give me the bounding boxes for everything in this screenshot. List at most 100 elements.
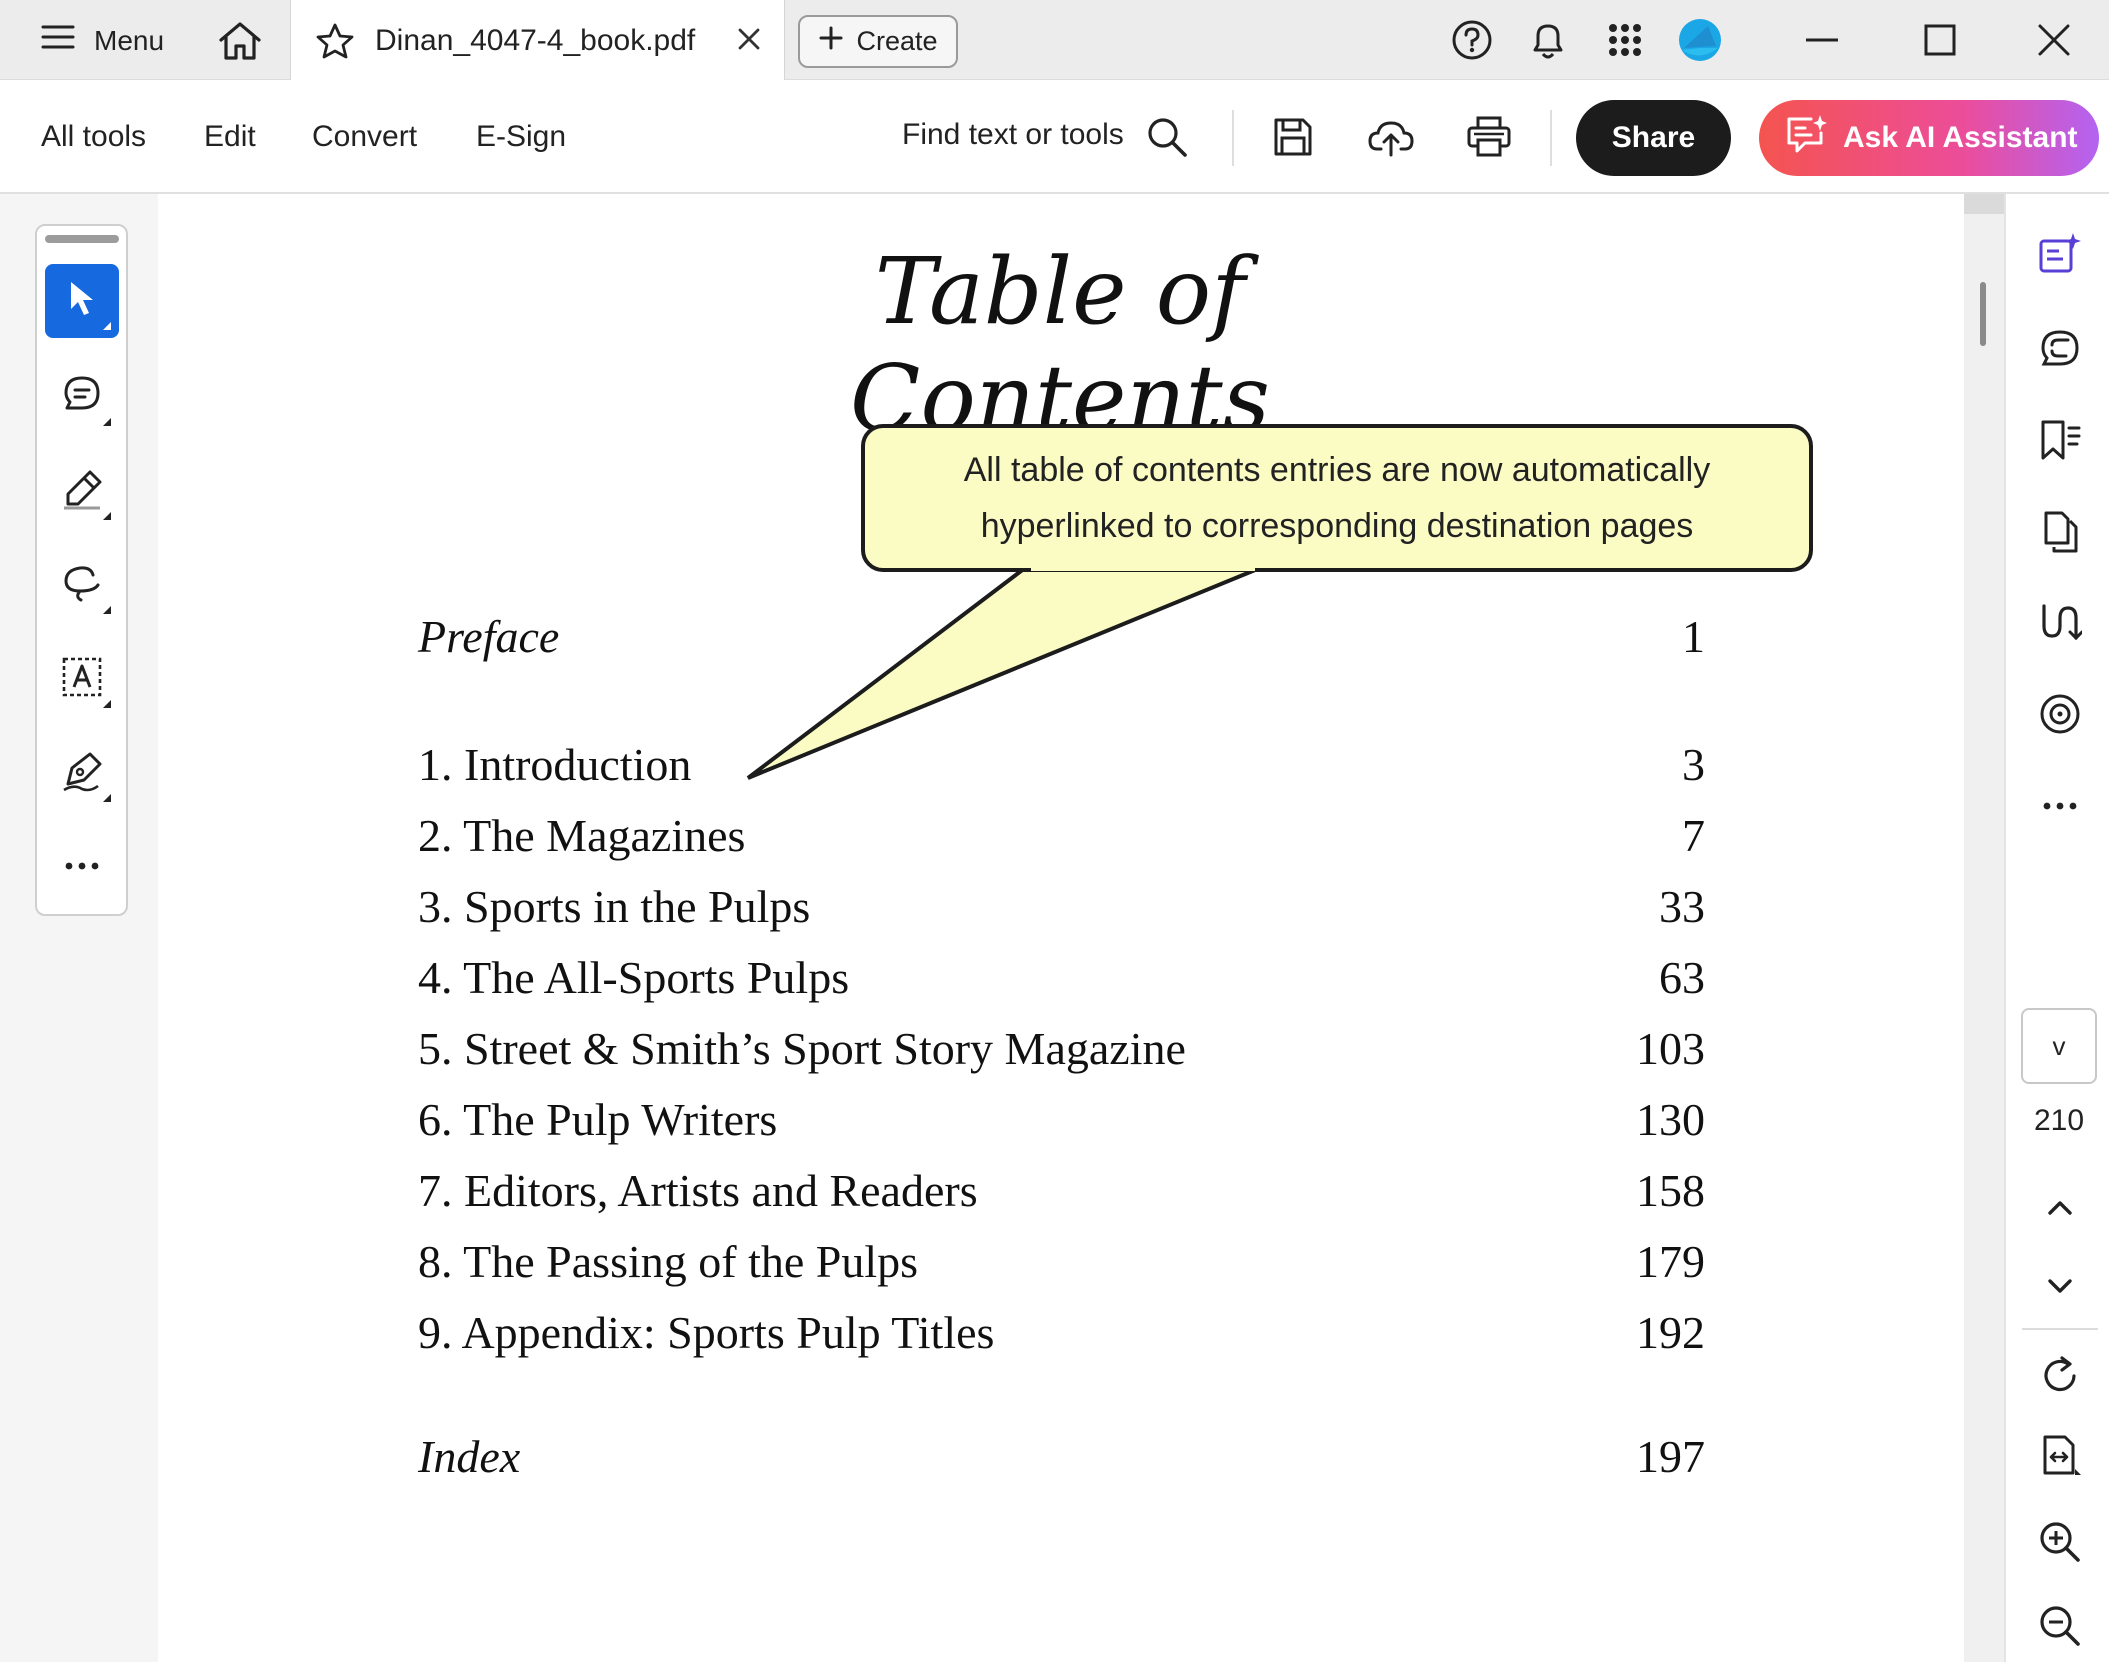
add-text-tool[interactable] xyxy=(45,642,119,716)
callout-joint xyxy=(1031,566,1255,571)
convert-menu[interactable]: Convert xyxy=(312,120,417,154)
toc-page-number[interactable]: 63 xyxy=(1505,951,1705,1004)
zoom-out-icon[interactable] xyxy=(2034,1600,2086,1652)
callout-line-1: All table of contents entries are now au… xyxy=(963,451,1711,489)
toc-page-number[interactable]: 33 xyxy=(1505,880,1705,933)
select-tool[interactable] xyxy=(45,264,119,338)
fountain-pen-icon xyxy=(60,750,104,797)
toc-entry-link[interactable]: 5. Street & Smith’s Sport Story Magazine xyxy=(418,1022,1186,1075)
cursor-arrow-icon xyxy=(65,279,99,324)
text-box-icon xyxy=(61,656,103,703)
avatar[interactable] xyxy=(1678,18,1722,62)
compare-files-icon[interactable] xyxy=(2034,596,2086,648)
rotate-refresh-icon[interactable] xyxy=(2034,1350,2086,1402)
submenu-corner-icon xyxy=(103,418,111,426)
ask-ai-assistant-button[interactable]: Ask AI Assistant xyxy=(1759,100,2099,176)
more-options-icon[interactable] xyxy=(2034,780,2086,832)
sign-tool[interactable] xyxy=(45,736,119,810)
print-icon[interactable] xyxy=(1464,112,1514,162)
total-pages: 210 xyxy=(2033,1104,2085,1137)
toc-entry-link[interactable]: 1. Introduction xyxy=(418,738,691,791)
toc-entry-link[interactable]: 4. The All-Sports Pulps xyxy=(418,951,849,1004)
toc-entry-link[interactable]: 8. The Passing of the Pulps xyxy=(418,1235,918,1288)
more-tools-button[interactable] xyxy=(45,830,119,904)
toolbar-divider xyxy=(1232,110,1234,166)
ai-generative-summary-icon[interactable] xyxy=(2034,228,2086,280)
plus-icon xyxy=(818,25,844,58)
rail-divider xyxy=(2022,1328,2098,1330)
toc-page-number[interactable]: 103 xyxy=(1505,1022,1705,1075)
maximize-icon[interactable] xyxy=(1918,18,1962,62)
menu-button[interactable]: Menu xyxy=(40,22,164,59)
toc-entry-link[interactable]: 9. Appendix: Sports Pulp Titles xyxy=(418,1306,994,1359)
hamburger-icon xyxy=(40,22,76,59)
save-icon[interactable] xyxy=(1268,112,1318,162)
bell-icon[interactable] xyxy=(1526,18,1570,62)
toc-page-number[interactable]: 7 xyxy=(1505,809,1705,862)
share-button[interactable]: Share xyxy=(1576,100,1731,176)
toolbar-divider xyxy=(1550,110,1552,166)
zoom-in-icon[interactable] xyxy=(2034,1516,2086,1568)
more-dots-icon xyxy=(64,858,100,876)
bookmarks-icon[interactable] xyxy=(2034,414,2086,466)
create-button[interactable]: Create xyxy=(798,15,958,68)
toc-entry-link[interactable]: Preface xyxy=(418,610,559,663)
draw-freeform-tool[interactable] xyxy=(45,548,119,622)
callout-annotation: All table of contents entries are now au… xyxy=(861,424,1813,572)
ask-ai-label: Ask AI Assistant xyxy=(1843,121,2078,154)
scrollbar-thumb[interactable] xyxy=(1980,282,1986,346)
cloud-upload-icon[interactable] xyxy=(1366,112,1416,162)
next-page-chevron-down-icon[interactable] xyxy=(2034,1260,2086,1312)
toc-entry-link[interactable]: 3. Sports in the Pulps xyxy=(418,880,810,933)
find-text-tools-label[interactable]: Find text or tools xyxy=(902,118,1124,152)
toc-page-number[interactable]: 192 xyxy=(1505,1306,1705,1359)
apps-grid-icon[interactable] xyxy=(1603,18,1647,62)
lasso-icon xyxy=(61,563,103,608)
previous-page-chevron-up-icon[interactable] xyxy=(2034,1182,2086,1234)
submenu-corner-icon xyxy=(103,322,111,330)
comment-tool[interactable] xyxy=(45,360,119,434)
help-icon[interactable] xyxy=(1450,18,1494,62)
toc-entry-link[interactable]: 6. The Pulp Writers xyxy=(418,1093,777,1146)
callout-line-2: hyperlinked to corresponding destination… xyxy=(980,507,1694,545)
toc-page-number[interactable]: 1 xyxy=(1505,610,1705,663)
target-icon[interactable] xyxy=(2034,688,2086,740)
vertical-scrollbar[interactable] xyxy=(1964,194,2004,1662)
home-icon[interactable] xyxy=(217,20,263,62)
toc-page-number[interactable]: 197 xyxy=(1505,1430,1705,1483)
fit-page-width-icon[interactable] xyxy=(2034,1430,2086,1482)
all-tools-menu[interactable]: All tools xyxy=(41,120,146,154)
title-bar: Menu Dinan_4047-4_book.pdf Create xyxy=(0,0,2109,80)
menu-label: Menu xyxy=(94,24,165,56)
panel-drag-handle[interactable] xyxy=(45,235,119,243)
edit-menu[interactable]: Edit xyxy=(204,120,256,154)
toc-page-number[interactable]: 3 xyxy=(1505,738,1705,791)
toc-page-number[interactable]: 179 xyxy=(1505,1235,1705,1288)
submenu-corner-icon xyxy=(103,512,111,520)
search-icon[interactable] xyxy=(1142,112,1192,162)
comments-icon[interactable] xyxy=(2034,324,2086,376)
document-tab[interactable]: Dinan_4047-4_book.pdf xyxy=(290,0,785,80)
minimize-icon[interactable] xyxy=(1800,18,1844,62)
page-title: Table of Contents xyxy=(850,238,1270,452)
star-icon[interactable] xyxy=(315,22,355,65)
toc-entry-link[interactable]: 7. Editors, Artists and Readers xyxy=(418,1164,978,1217)
comment-bubble-icon xyxy=(61,374,103,421)
toc-page-number[interactable]: 158 xyxy=(1505,1164,1705,1217)
scrollbar-cap xyxy=(1964,194,2004,214)
tab-title: Dinan_4047-4_book.pdf xyxy=(375,24,696,57)
esign-menu[interactable]: E-Sign xyxy=(476,120,566,154)
submenu-corner-icon xyxy=(103,794,111,802)
toc-page-number[interactable]: 130 xyxy=(1505,1093,1705,1146)
close-tab-icon[interactable] xyxy=(736,26,762,57)
ai-assistant-icon xyxy=(1785,113,1829,163)
highlighter-pen-icon xyxy=(60,468,104,515)
close-window-icon[interactable] xyxy=(2032,18,2076,62)
page-thumbnails-icon[interactable] xyxy=(2034,506,2086,558)
main-toolbar: All tools Edit Convert E-Sign Find text … xyxy=(0,80,2109,194)
current-page-input[interactable]: v xyxy=(2021,1008,2097,1084)
toc-entry-link[interactable]: 2. The Magazines xyxy=(418,809,745,862)
create-label: Create xyxy=(856,26,938,56)
toc-entry-link[interactable]: Index xyxy=(418,1430,520,1483)
highlight-tool[interactable] xyxy=(45,454,119,528)
